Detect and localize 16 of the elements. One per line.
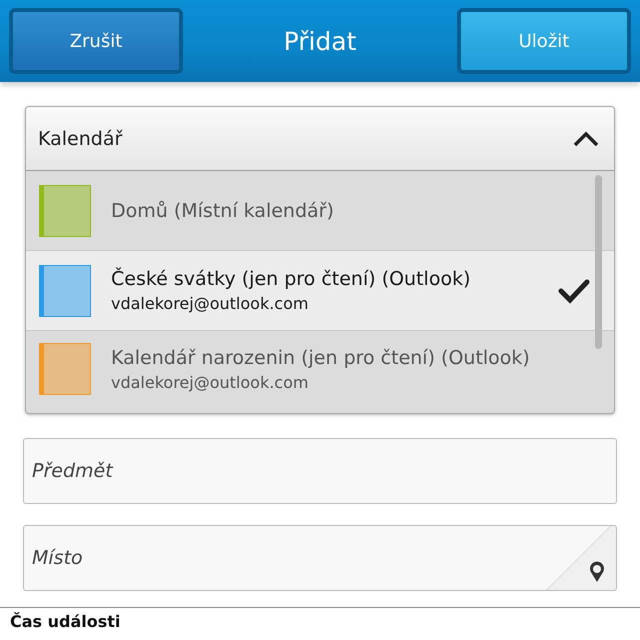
checkmark-icon	[558, 278, 590, 304]
account-email: vdalekorej@outlook.com	[111, 372, 310, 392]
location-field[interactable]: Místo	[23, 525, 617, 591]
dropdown-header[interactable]: Kalendář	[26, 107, 614, 171]
section-title: Čas události	[10, 612, 122, 631]
subject-field[interactable]: Předmět	[23, 438, 617, 504]
screen-title: Přidat	[284, 26, 356, 56]
cancel-button[interactable]: Zrušit	[9, 8, 183, 74]
calendar-name: Domů (Místní kalendář)	[111, 200, 335, 222]
account-email: vdalekorej@outlook.com	[111, 294, 310, 313]
calendar-option[interactable]: České svátky (jen pro čtení) (Outlook) vdalekorej@outlook.com	[26, 251, 614, 331]
dropdown-label: Kalendář	[38, 128, 122, 150]
map-pin-icon[interactable]	[589, 561, 605, 583]
calendar-name: Kalendář narozenin (jen pro čtení) (Outlook)	[111, 346, 531, 368]
calendar-option[interactable]: Kalendář narozenin (jen pro čtení) (Outlook) vdalekorej@outlook.com	[26, 331, 614, 407]
calendar-name: České svátky (jen pro čtení) (Outlook)	[111, 268, 472, 290]
